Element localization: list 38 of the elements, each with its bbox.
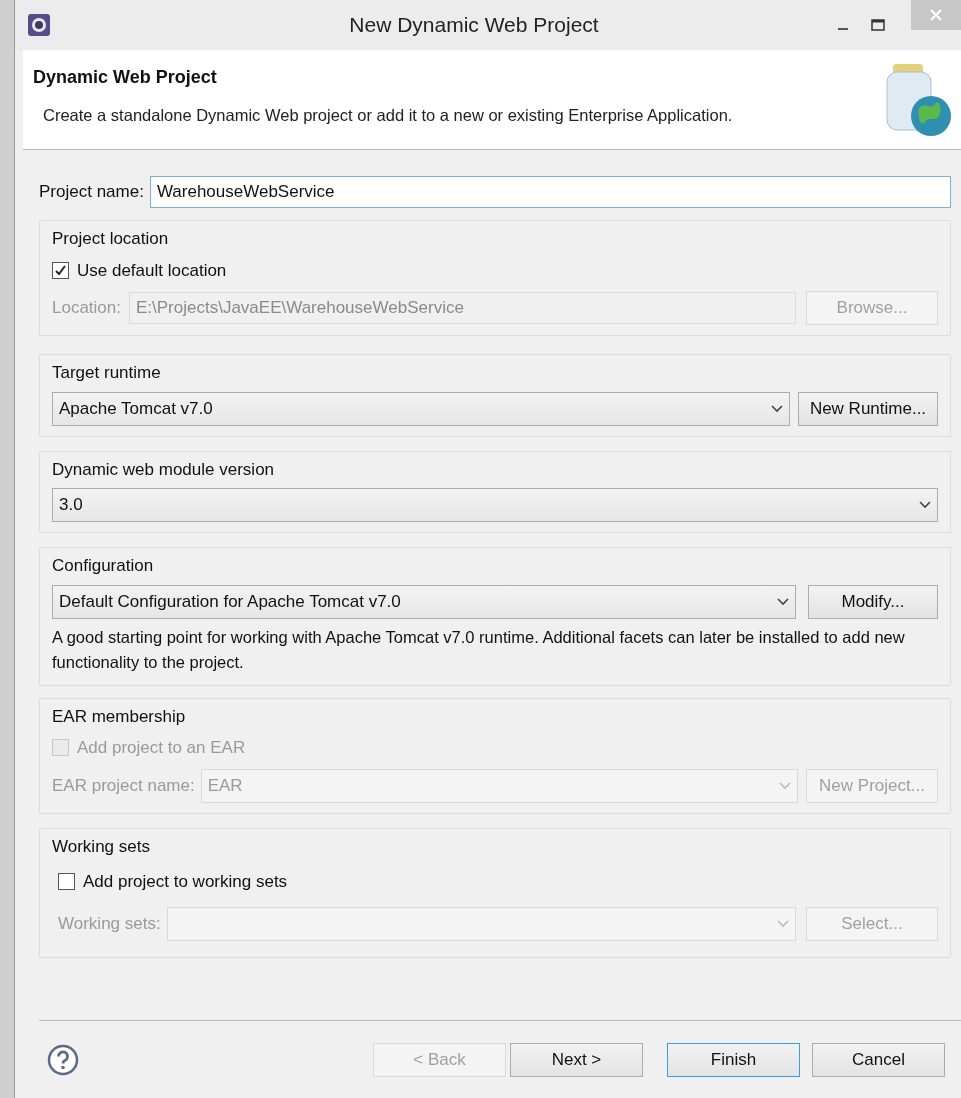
group-title: Working sets xyxy=(52,835,151,858)
dialog-button[interactable]: Finish xyxy=(667,1042,800,1077)
help-icon[interactable] xyxy=(47,1043,79,1076)
checkbox-label: Add project to working sets xyxy=(83,871,288,893)
checkbox-label: Add project to an EAR xyxy=(77,737,246,759)
close-icon xyxy=(929,8,943,22)
window-title: New Dynamic Web Project xyxy=(348,12,600,39)
field-label: EAR project name: xyxy=(52,774,195,797)
app-icon xyxy=(27,13,51,37)
group-title: Dynamic web module version xyxy=(52,458,276,481)
group-title: Configuration xyxy=(52,555,155,577)
maximize-icon[interactable] xyxy=(871,19,885,31)
field-label: Location: xyxy=(52,297,121,320)
group-title: Target runtime xyxy=(52,362,162,384)
checkbox[interactable] xyxy=(52,261,69,279)
field-label: Project name: xyxy=(39,181,144,204)
dropdown[interactable]: Apache Tomcat v7.0 xyxy=(52,391,790,426)
dropdown[interactable]: 3.0 xyxy=(52,488,938,522)
group-title: EAR membership xyxy=(52,705,187,728)
checkmark-icon xyxy=(54,263,67,277)
dialog-button[interactable]: New Runtime... xyxy=(798,391,938,426)
page-description: Create a standalone Dynamic Web project or add it to a new or existing Enterprise Application. xyxy=(42,105,734,126)
field-label: Working sets: xyxy=(58,912,161,935)
chevron-down-icon xyxy=(771,404,783,413)
configuration-description: A good starting point for working with Apache Tomcat v7.0 runtime. Additional facets can later be installed to add new functionality to the project. xyxy=(52,626,906,673)
dropdown[interactable]: Default Configuration for Apache Tomcat v7.0 xyxy=(52,584,796,619)
chevron-down-icon xyxy=(779,781,791,790)
chevron-down-icon xyxy=(777,919,789,928)
group-title: Project location xyxy=(52,228,170,250)
dialog-button[interactable]: Cancel xyxy=(812,1042,945,1077)
checkbox[interactable] xyxy=(58,873,75,891)
dialog-button[interactable]: Next > xyxy=(510,1042,643,1077)
project-name-field[interactable]: WarehouseWebService xyxy=(149,176,951,208)
chevron-down-icon xyxy=(777,597,789,606)
chevron-down-icon xyxy=(919,501,931,509)
checkbox-label: Use default location xyxy=(77,259,227,282)
dialog-button[interactable]: Modify... xyxy=(808,584,938,619)
page-title: Dynamic Web Project xyxy=(33,66,218,89)
